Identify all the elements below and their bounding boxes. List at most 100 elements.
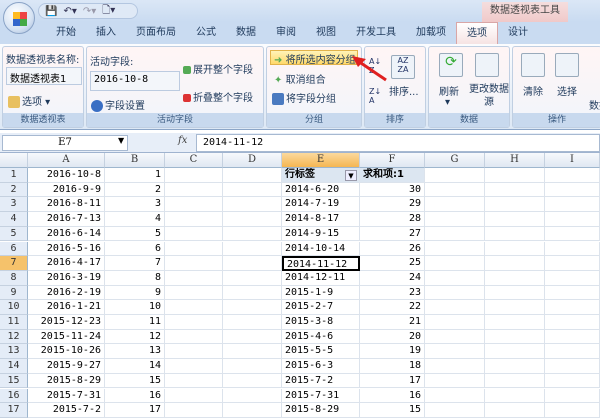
cell[interactable] (223, 373, 282, 389)
pivot-row-label[interactable]: 2015-7-2 (282, 373, 360, 389)
cell[interactable] (165, 329, 223, 345)
clear-button[interactable]: 清除 (523, 83, 543, 98)
cell-number[interactable]: 16 (105, 388, 165, 404)
cell-date[interactable]: 2015-7-31 (28, 388, 105, 404)
tab-6[interactable]: 视图 (306, 22, 346, 44)
cell-number[interactable]: 7 (105, 256, 165, 271)
cell[interactable] (425, 168, 485, 183)
cell[interactable] (485, 300, 545, 315)
cell[interactable] (485, 344, 545, 360)
cell[interactable] (223, 300, 282, 315)
pivot-sum-value[interactable]: 30 (360, 182, 425, 198)
cell[interactable] (165, 359, 223, 374)
options-button[interactable]: 选项 ▾ (8, 93, 50, 108)
cell-number[interactable]: 3 (105, 197, 165, 213)
cell[interactable] (165, 373, 223, 389)
tab-3[interactable]: 公式 (186, 22, 226, 44)
tab-5[interactable]: 审阅 (266, 22, 306, 44)
cell[interactable] (223, 168, 282, 183)
row-header[interactable]: 11 (0, 315, 28, 330)
cell-number[interactable]: 2 (105, 182, 165, 198)
cell-date[interactable]: 2016-1-21 (28, 300, 105, 315)
office-button[interactable] (3, 2, 35, 34)
cell[interactable] (485, 212, 545, 227)
fx-icon[interactable]: fx (178, 135, 187, 146)
cell-number[interactable]: 10 (105, 300, 165, 315)
select-button[interactable]: 选择 (557, 83, 577, 98)
cell[interactable] (485, 182, 545, 198)
cell[interactable] (485, 241, 545, 257)
cell-number[interactable]: 8 (105, 270, 165, 286)
pivot-row-label[interactable]: 2014-7-19 (282, 197, 360, 213)
cell[interactable] (425, 344, 485, 360)
pivot-sum-value[interactable]: 22 (360, 300, 425, 315)
cell[interactable] (165, 182, 223, 198)
cell[interactable] (425, 329, 485, 345)
cell-date[interactable]: 2016-7-13 (28, 212, 105, 227)
cell[interactable] (545, 182, 600, 198)
pivot-row-label[interactable]: 2014-10-14 (282, 241, 360, 257)
cell-number[interactable]: 4 (105, 212, 165, 227)
cell[interactable] (485, 315, 545, 330)
change-source-button[interactable]: 更改数据源 (469, 83, 509, 109)
name-box[interactable]: E7 (2, 135, 128, 151)
row-header[interactable]: 5 (0, 226, 28, 242)
column-header-H[interactable]: H (485, 153, 545, 168)
cell[interactable] (165, 241, 223, 257)
cell[interactable] (223, 270, 282, 286)
cell[interactable] (485, 388, 545, 404)
cell[interactable] (165, 388, 223, 404)
cell[interactable] (545, 212, 600, 227)
row-header[interactable]: 16 (0, 388, 28, 404)
pivot-sum-value[interactable]: 25 (360, 256, 425, 271)
tab-9[interactable]: 选项 (456, 22, 498, 44)
row-header[interactable]: 9 (0, 285, 28, 301)
column-header-D[interactable]: D (223, 153, 282, 168)
pivot-sum-value[interactable]: 24 (360, 270, 425, 286)
cell-number[interactable]: 14 (105, 359, 165, 374)
cell[interactable] (425, 212, 485, 227)
pivot-sum-value[interactable]: 26 (360, 241, 425, 257)
cell[interactable] (165, 315, 223, 330)
cell[interactable] (165, 256, 223, 271)
row-header[interactable]: 1 (0, 168, 28, 183)
cell-date[interactable]: 2016-5-16 (28, 241, 105, 257)
cell-number[interactable]: 1 (105, 168, 165, 183)
pivot-sum-value[interactable]: 20 (360, 329, 425, 345)
cell-number[interactable]: 15 (105, 373, 165, 389)
active-field-input[interactable]: 2016-10-8 (90, 71, 180, 91)
cell-number[interactable]: 17 (105, 403, 165, 418)
collapse-field-button[interactable]: 折叠整个字段 (183, 89, 253, 104)
pivot-sum-value[interactable]: 18 (360, 359, 425, 374)
cell[interactable] (425, 300, 485, 315)
cell[interactable] (485, 329, 545, 345)
tab-7[interactable]: 开发工具 (346, 22, 406, 44)
cell[interactable] (165, 168, 223, 183)
cell[interactable] (425, 256, 485, 271)
column-header-I[interactable]: I (545, 153, 600, 168)
selected-cell[interactable]: 2014-11-12 (282, 256, 360, 271)
undo-icon[interactable]: ↶▾ (63, 6, 76, 17)
move-button[interactable]: 数据 (589, 97, 600, 112)
tab-0[interactable]: 开始 (46, 22, 86, 44)
row-header[interactable]: 7 (0, 256, 28, 271)
pivot-row-label[interactable]: 2015-8-29 (282, 403, 360, 418)
tab-2[interactable]: 页面布局 (126, 22, 186, 44)
tab-10[interactable]: 设计 (498, 22, 538, 44)
pivot-row-label[interactable]: 2014-6-20 (282, 182, 360, 198)
cell[interactable] (223, 212, 282, 227)
cell-date[interactable]: 2016-8-11 (28, 197, 105, 213)
pivot-row-label[interactable]: 2015-6-3 (282, 359, 360, 374)
cell[interactable] (425, 359, 485, 374)
cell-number[interactable]: 9 (105, 285, 165, 301)
sort-button[interactable]: 排序... (389, 83, 419, 98)
formula-input[interactable]: 2014-11-12 (196, 134, 600, 152)
print-preview-icon[interactable]: 🗋▾ (102, 3, 115, 20)
cell[interactable] (223, 388, 282, 404)
cell-date[interactable]: 2016-9-9 (28, 182, 105, 198)
cell[interactable] (545, 329, 600, 345)
column-header-C[interactable]: C (165, 153, 223, 168)
pivot-sum-value[interactable]: 17 (360, 373, 425, 389)
cell[interactable] (165, 212, 223, 227)
cell-number[interactable]: 13 (105, 344, 165, 360)
